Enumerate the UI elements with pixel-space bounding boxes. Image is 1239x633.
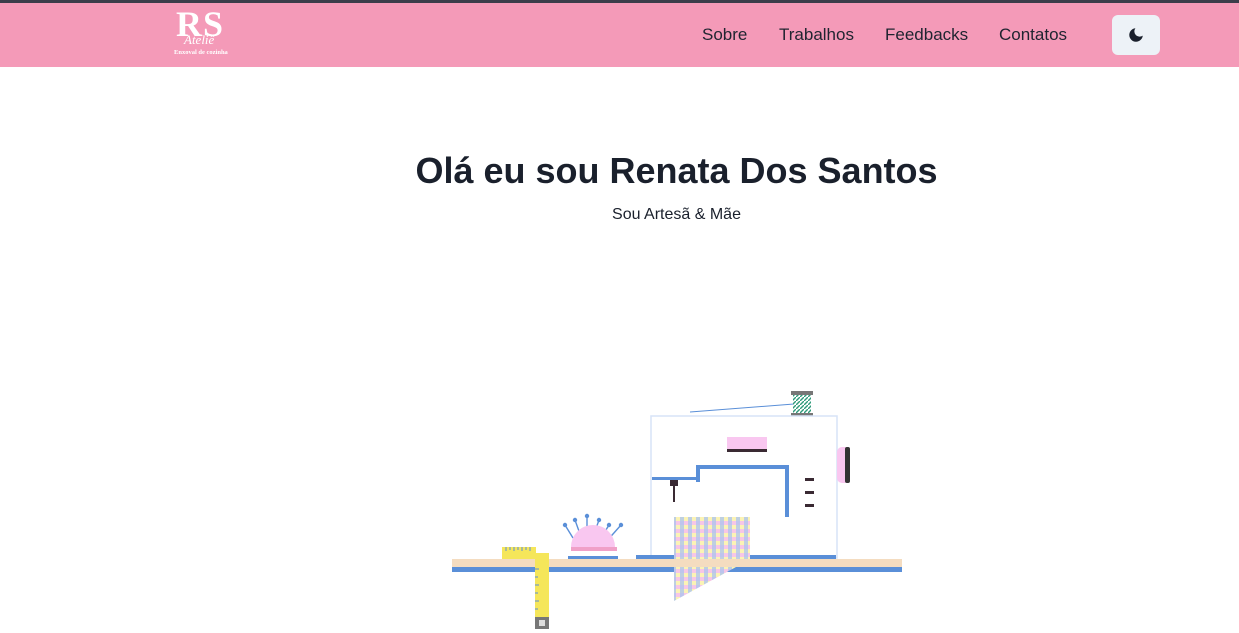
nav-link-trabalhos[interactable]: Trabalhos xyxy=(779,25,854,45)
thread-line xyxy=(689,403,795,413)
navbar: RS Ateliê Enxoval de cozinha Sobre Traba… xyxy=(0,3,1239,67)
nav-link-feedbacks[interactable]: Feedbacks xyxy=(885,25,968,45)
sewing-machine-illustration xyxy=(452,391,902,629)
nav-link-contatos[interactable]: Contatos xyxy=(999,25,1067,45)
theme-toggle-button[interactable] xyxy=(1112,15,1160,55)
fabric-icon xyxy=(674,517,750,601)
table-top xyxy=(452,559,902,567)
spool-icon xyxy=(791,391,813,417)
hero-subtitle: Sou Artesã & Mãe xyxy=(612,206,741,223)
logo[interactable]: RS Ateliê Enxoval de cozinha xyxy=(172,6,242,62)
pin-cushion-icon xyxy=(562,513,624,559)
nav-link-sobre[interactable]: Sobre xyxy=(702,25,747,45)
logo-name: Ateliê xyxy=(184,32,215,47)
logo-tagline: Enxoval de cozinha xyxy=(174,49,228,56)
moon-icon xyxy=(1129,28,1143,42)
hero-title: Olá eu sou Renata Dos Santos xyxy=(415,150,938,191)
